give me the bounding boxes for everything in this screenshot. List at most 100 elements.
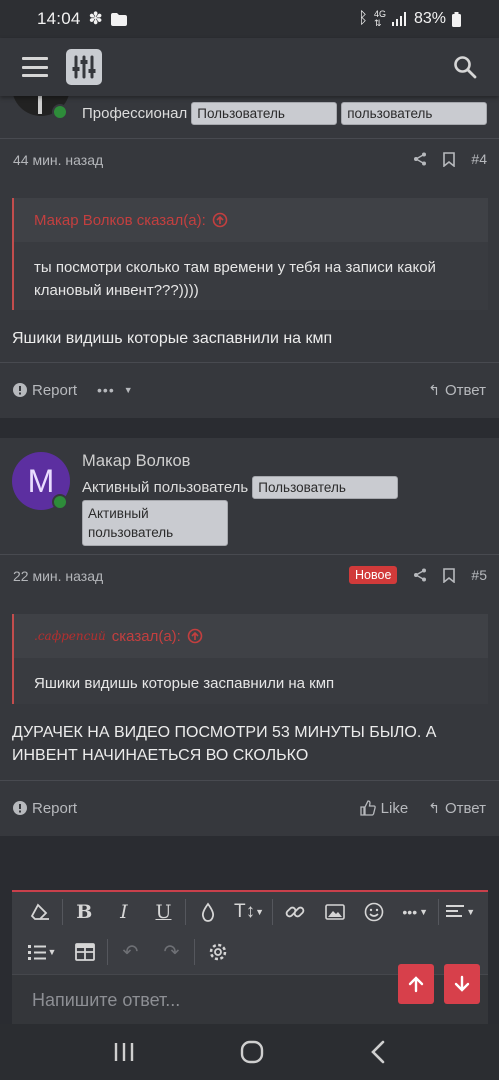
toolbar-separator [185, 899, 187, 925]
arrow-up-circle-icon[interactable] [187, 628, 203, 644]
quote-block: Макар Волков сказал(а): ты посмотри скол… [12, 198, 488, 310]
more-options-icon[interactable]: ••• ▼ [394, 892, 436, 932]
editor-toolbar-row1: B I U T↕ ▼ ••• ▼ ▼ [12, 892, 488, 932]
signal-icon [391, 12, 406, 26]
scroll-up-button[interactable] [398, 964, 434, 1004]
undo-icon[interactable]: ↶ [110, 932, 151, 972]
thumbs-up-icon [360, 800, 376, 816]
arrow-up-circle-icon[interactable] [212, 212, 228, 228]
bluetooth-icon: ᛒ [358, 10, 368, 27]
new-badge: Новое [349, 566, 398, 584]
user-titles-row2: Активный пользователь [82, 500, 228, 546]
text-color-icon[interactable] [188, 892, 228, 932]
divider [0, 138, 499, 139]
status-time: 14:04 [37, 9, 81, 28]
user-titles: Активный пользователь Пользователь [82, 476, 399, 499]
report-label: Report [32, 381, 78, 399]
post-actions: Report Like ↰ Ответ [0, 782, 499, 834]
post-number[interactable]: #5 [471, 567, 487, 583]
user-tag: пользователь [341, 102, 488, 125]
post-5: M Макар Волков Активный пользователь Пол… [0, 438, 499, 836]
eraser-icon[interactable] [20, 892, 60, 932]
bold-icon[interactable]: B [65, 892, 105, 932]
quote-text: Яшики видишь которые заспавнили на кмп [14, 658, 488, 704]
share-icon[interactable] [413, 152, 427, 166]
post-meta-actions: Новое #5 [349, 566, 487, 584]
report-button[interactable]: Report [13, 800, 77, 817]
post-text: Яшики видишь которые заспавнили на кмп [12, 330, 333, 347]
forum-logo[interactable] [66, 49, 102, 85]
recent-apps-icon[interactable] [113, 1042, 135, 1062]
quote-header[interactable]: .сафрепсий сказал(а): [14, 614, 488, 658]
font-size-icon[interactable]: T↕ ▼ [228, 892, 270, 932]
post-time[interactable]: 44 мин. назад [13, 152, 103, 168]
post-meta-actions: #4 [413, 151, 487, 167]
quote-author[interactable]: Макар Волков сказал(а): [34, 212, 206, 229]
bookmark-icon[interactable] [443, 151, 456, 167]
align-icon[interactable]: ▼ [441, 892, 480, 932]
home-icon[interactable] [240, 1040, 264, 1064]
scroll-down-button[interactable] [444, 964, 480, 1004]
toolbar-separator [438, 899, 440, 925]
emoji-icon[interactable] [354, 892, 394, 932]
reply-button[interactable]: ↰ Ответ [428, 382, 486, 399]
fan-icon: ✽ [88, 9, 103, 28]
online-indicator [52, 494, 68, 510]
reply-label: Ответ [444, 381, 486, 399]
battery-level: 83% [413, 10, 446, 27]
arrow-down-icon [454, 975, 470, 992]
network-4g-icon: 4G ⇅ [373, 9, 386, 28]
quote-text: ты посмотри сколько там времени у тебя н… [14, 242, 488, 310]
bookmark-icon[interactable] [443, 567, 456, 583]
divider [0, 780, 499, 781]
ellipsis-icon: ••• [97, 382, 115, 398]
link-icon[interactable] [275, 892, 315, 932]
quote-author-suffix[interactable]: сказал(а): [112, 628, 181, 645]
battery-icon [452, 11, 461, 27]
user-tag: Активный пользователь [82, 500, 228, 546]
search-icon[interactable] [453, 55, 477, 79]
status-bar: 14:04 ✽ ᛒ 4G ⇅ 83% [0, 0, 499, 38]
post-actions: Report ••• ▼ ↰ Ответ [0, 364, 499, 416]
more-menu-button[interactable]: ••• ▼ [97, 382, 133, 398]
divider [0, 554, 499, 555]
settings-gear-icon[interactable] [197, 932, 238, 972]
alert-icon [13, 801, 27, 815]
quote-header[interactable]: Макар Волков сказал(а): [14, 198, 488, 242]
alert-icon [13, 383, 27, 397]
online-indicator [52, 104, 68, 120]
list-icon[interactable]: ▼ [20, 932, 64, 972]
quote-author-name[interactable]: .сафрепсий [34, 629, 106, 643]
username[interactable]: Макар Волков [82, 452, 190, 471]
share-icon[interactable] [413, 568, 427, 582]
redo-icon[interactable]: ↷ [151, 932, 192, 972]
arrow-up-icon [408, 976, 424, 993]
system-nav-bar [0, 1024, 499, 1080]
reply-icon: ↰ [428, 381, 440, 398]
app-bar [0, 38, 499, 96]
like-button[interactable]: Like [360, 799, 409, 817]
folder-icon [110, 12, 127, 26]
underline-icon[interactable]: U [144, 892, 184, 932]
menu-icon[interactable] [22, 57, 48, 77]
like-label: Like [380, 799, 409, 817]
reply-label: Ответ [444, 799, 486, 817]
post-4: Профессионал Пользователь пользователь 4… [0, 76, 499, 418]
reply-editor: B I U T↕ ▼ ••• ▼ ▼ ▼ ↶ ↷ Напишите ответ.… [12, 890, 488, 1026]
chevron-down-icon: ▼ [123, 385, 133, 395]
user-tag: Пользователь [252, 476, 399, 499]
image-icon[interactable] [315, 892, 355, 932]
divider [0, 362, 499, 363]
toolbar-separator [61, 899, 63, 925]
toolbar-separator [107, 939, 108, 965]
italic-icon[interactable]: I [104, 892, 144, 932]
report-button[interactable]: Report [13, 382, 77, 399]
reply-button[interactable]: ↰ Ответ [428, 800, 486, 817]
post-time[interactable]: 22 мин. назад [13, 568, 103, 584]
post-text: ДУРАЧЕК НА ВИДЕО ПОСМОТРИ 53 МИНУТЫ БЫЛО… [12, 724, 437, 764]
back-icon[interactable] [370, 1040, 386, 1064]
post-number[interactable]: #4 [471, 151, 487, 167]
user-titles: Профессионал Пользователь пользователь [82, 102, 488, 125]
table-icon[interactable] [64, 932, 105, 972]
avatar-letter: M [27, 462, 55, 499]
